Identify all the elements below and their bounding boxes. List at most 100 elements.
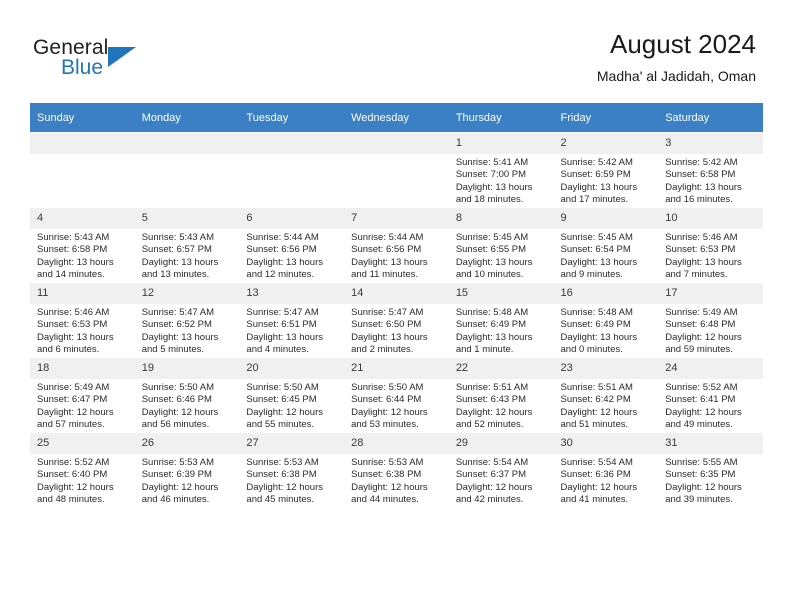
daylight-text-line1: Daylight: 13 hours [37,331,114,343]
calendar-day-cell[interactable]: 4 Sunrise: 5:43 AM Sunset: 6:58 PM Daylight… [30,207,135,283]
calendar-day-cell[interactable]: 11 Sunrise: 5:46 AM Sunset: 6:53 PM Dayligh… [30,282,135,358]
daylight-text-line2: and 57 minutes. [37,419,105,431]
day-number: 24 [658,358,763,379]
calendar-day-cell[interactable]: 12 Sunrise: 5:47 AM Sunset: 6:52 PM Dayligh… [134,282,240,358]
calendar-day-cell[interactable]: 19 Sunrise: 5:50 AM Sunset: 6:46 PM Dayligh… [134,357,240,433]
day-number-placeholder [30,133,135,154]
daylight-text-line2: and 1 minute. [455,344,514,356]
day-details: Sunrise: 5:44 AM Sunset: 6:56 PM Daylight:… [239,229,344,282]
calendar-day-cell[interactable]: 10 Sunrise: 5:46 AM Sunset: 6:53 PM Dayligh… [658,207,763,283]
calendar-day-cell[interactable]: 25 Sunrise: 5:52 AM Sunset: 6:40 PM Dayligh… [30,432,135,507]
calendar-day-cell[interactable]: 2 Sunrise: 5:42 AM Sunset: 6:59 PM Daylight… [553,132,659,208]
calendar-day-cell[interactable]: 8 Sunrise: 5:45 AM Sunset: 6:55 PM Daylight… [448,207,554,283]
sunset-text: Sunset: 6:53 PM [665,244,736,256]
day-details: Sunrise: 5:50 AM Sunset: 6:44 PM Daylight:… [344,379,449,432]
sunset-text: Sunset: 6:56 PM [246,244,317,256]
sunset-text: Sunset: 6:49 PM [560,319,631,331]
calendar-day-cell[interactable]: 14 Sunrise: 5:47 AM Sunset: 6:50 PM Dayligh… [344,282,449,358]
calendar-day-cell[interactable]: 22 Sunrise: 5:51 AM Sunset: 6:43 PM Dayligh… [448,357,554,433]
calendar-week-row: 4 Sunrise: 5:43 AM Sunset: 6:58 PM Daylight… [30,207,763,283]
daylight-text-line1: Daylight: 13 hours [560,331,638,343]
general-blue-logo[interactable]: General Blue [33,36,153,86]
day-details: Sunrise: 5:43 AM Sunset: 6:58 PM Daylight:… [30,229,135,282]
calendar-day-cell[interactable]: 30 Sunrise: 5:54 AM Sunset: 6:36 PM Dayligh… [553,432,659,507]
sunset-text: Sunset: 6:37 PM [455,469,527,481]
day-details: Sunrise: 5:49 AM Sunset: 6:47 PM Daylight:… [30,379,135,432]
sunrise-text: Sunrise: 5:44 AM [246,232,319,243]
day-number-placeholder [134,133,240,154]
calendar-day-cell[interactable]: 17 Sunrise: 5:49 AM Sunset: 6:48 PM Dayligh… [658,282,763,358]
day-details: Sunrise: 5:46 AM Sunset: 6:53 PM Daylight:… [658,229,763,282]
calendar-day-cell[interactable]: 18 Sunrise: 5:49 AM Sunset: 6:47 PM Dayligh… [30,357,135,433]
calendar-day-cell[interactable]: 27 Sunrise: 5:53 AM Sunset: 6:38 PM Dayligh… [239,432,345,507]
calendar-day-cell[interactable]: 24 Sunrise: 5:52 AM Sunset: 6:41 PM Dayligh… [658,357,763,433]
calendar-body: 1 Sunrise: 5:41 AM Sunset: 7:00 PM Daylight… [30,132,763,507]
daylight-text-line2: and 4 minutes. [246,344,309,356]
sunrise-text: Sunrise: 5:42 AM [560,157,633,168]
calendar-day-cell[interactable]: 23 Sunrise: 5:51 AM Sunset: 6:42 PM Dayligh… [553,357,659,433]
calendar-grid: Sunday Monday Tuesday Wednesday Thursday Frid… [30,103,763,507]
daylight-text-line1: Daylight: 13 hours [455,256,533,268]
weekday-header-friday: Friday [553,103,659,133]
calendar-day-cell[interactable]: 6 Sunrise: 5:44 AM Sunset: 6:56 PM Daylight… [239,207,345,283]
daylight-text-line1: Daylight: 13 hours [141,331,219,343]
daylight-text-line2: and 45 minutes. [246,494,315,506]
calendar-day-cell[interactable]: 5 Sunrise: 5:43 AM Sunset: 6:57 PM Daylight… [134,207,240,283]
daylight-text-line1: Daylight: 12 hours [455,481,533,493]
daylight-text-line1: Daylight: 12 hours [560,481,638,493]
daylight-text-line2: and 46 minutes. [141,494,210,506]
daylight-text-line1: Daylight: 13 hours [560,181,638,193]
calendar-day-cell[interactable]: 9 Sunrise: 5:45 AM Sunset: 6:54 PM Daylight… [553,207,659,283]
daylight-text-line2: and 13 minutes. [141,269,210,281]
sunset-text: Sunset: 6:39 PM [141,469,212,481]
day-details: Sunrise: 5:51 AM Sunset: 6:42 PM Daylight:… [554,379,659,432]
daylight-text-line1: Daylight: 13 hours [351,331,428,343]
sunset-text: Sunset: 6:59 PM [560,169,631,181]
calendar-day-cell[interactable]: 20 Sunrise: 5:50 AM Sunset: 6:45 PM Dayligh… [239,357,345,433]
sunset-text: Sunset: 6:49 PM [455,319,527,331]
sunset-text: Sunset: 6:48 PM [665,319,736,331]
calendar-day-cell[interactable]: 26 Sunrise: 5:53 AM Sunset: 6:39 PM Dayligh… [134,432,240,507]
calendar-day-cell[interactable]: 3 Sunrise: 5:42 AM Sunset: 6:58 PM Daylight… [658,132,763,208]
day-details: Sunrise: 5:44 AM Sunset: 6:56 PM Daylight:… [344,229,449,282]
day-number: 26 [134,433,240,454]
day-details: Sunrise: 5:47 AM Sunset: 6:50 PM Daylight:… [344,304,449,357]
logo-text-blue: Blue [61,56,104,79]
calendar-week-row: 11 Sunrise: 5:46 AM Sunset: 6:53 PM Dayligh… [30,282,763,358]
calendar-day-cell[interactable]: 15 Sunrise: 5:48 AM Sunset: 6:49 PM Dayligh… [448,282,554,358]
daylight-text-line1: Daylight: 13 hours [141,256,219,268]
day-number: 14 [344,283,449,304]
sunrise-text: Sunrise: 5:51 AM [560,382,633,393]
calendar-day-cell[interactable]: 31 Sunrise: 5:55 AM Sunset: 6:35 PM Dayligh… [658,432,763,507]
day-details: Sunrise: 5:45 AM Sunset: 6:55 PM Daylight:… [449,229,554,282]
calendar-day-cell[interactable]: 13 Sunrise: 5:47 AM Sunset: 6:51 PM Dayligh… [239,282,345,358]
calendar-day-cell[interactable]: 16 Sunrise: 5:48 AM Sunset: 6:49 PM Dayligh… [553,282,659,358]
sunset-text: Sunset: 6:38 PM [246,469,317,481]
day-number: 16 [553,283,659,304]
sunrise-text: Sunrise: 5:55 AM [665,457,738,468]
calendar-day-cell[interactable]: 21 Sunrise: 5:50 AM Sunset: 6:44 PM Dayligh… [344,357,449,433]
calendar-day-cell[interactable]: 28 Sunrise: 5:53 AM Sunset: 6:38 PM Dayligh… [344,432,449,507]
daylight-text-line2: and 5 minutes. [141,344,205,356]
calendar-day-cell[interactable]: 29 Sunrise: 5:54 AM Sunset: 6:37 PM Dayligh… [448,432,554,507]
daylight-text-line2: and 53 minutes. [351,419,419,431]
sunrise-text: Sunrise: 5:52 AM [37,457,110,468]
day-number-placeholder [239,133,345,154]
daylight-text-line1: Daylight: 13 hours [560,256,638,268]
calendar-day-cell[interactable]: 7 Sunrise: 5:44 AM Sunset: 6:56 PM Daylight… [344,207,449,283]
day-number: 23 [553,358,659,379]
sunset-text: Sunset: 6:42 PM [560,394,631,406]
daylight-text-line1: Daylight: 12 hours [665,331,742,343]
daylight-text-line1: Daylight: 12 hours [455,406,533,418]
day-number: 1 [448,133,554,154]
logo-triangle-icon [108,47,136,67]
weekday-header-sunday: Sunday [30,103,135,133]
calendar-day-cell[interactable]: 1 Sunrise: 5:41 AM Sunset: 7:00 PM Daylight… [448,132,554,208]
sunrise-text: Sunrise: 5:50 AM [246,382,319,393]
sunset-text: Sunset: 6:52 PM [141,319,212,331]
daylight-text-line1: Daylight: 12 hours [351,406,428,418]
sunrise-text: Sunrise: 5:52 AM [665,382,738,393]
calendar-cell-empty [134,132,240,208]
day-details: Sunrise: 5:51 AM Sunset: 6:43 PM Daylight:… [449,379,554,432]
day-details: Sunrise: 5:48 AM Sunset: 6:49 PM Daylight:… [449,304,554,357]
